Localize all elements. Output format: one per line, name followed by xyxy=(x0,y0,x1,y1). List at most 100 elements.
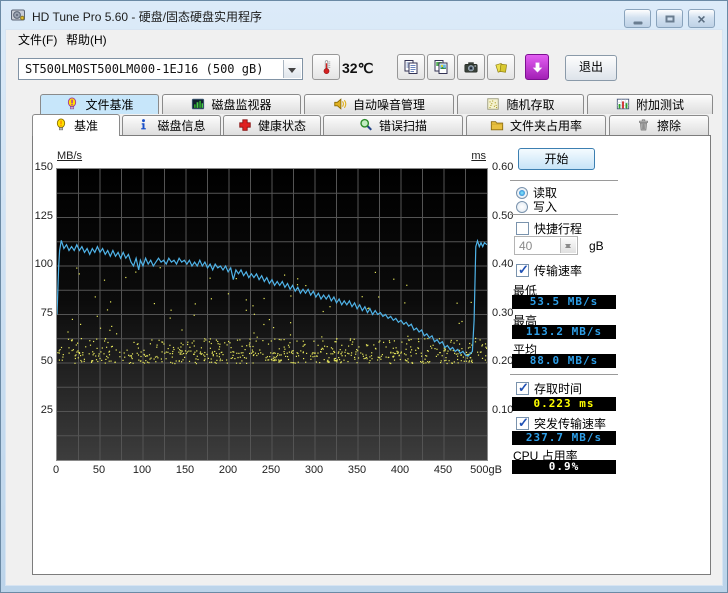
info-icon xyxy=(137,118,152,133)
x-axis-tick: 450 xyxy=(434,464,452,476)
title-bar: HD Tune Pro 5.60 - 硬盘/固态硬盘实用程序 × xyxy=(1,1,727,29)
tab-label: 磁盘信息 xyxy=(157,117,205,134)
x-axis-tick: 400 xyxy=(391,464,409,476)
access-time-label: 存取时间 xyxy=(534,380,582,397)
checkbox-checked-icon xyxy=(516,264,529,277)
speaker-icon xyxy=(333,97,348,112)
tab-label: 错误扫描 xyxy=(379,117,427,134)
x-axis-tick: 50 xyxy=(93,464,105,476)
max-value: 113.2 MB/s xyxy=(512,325,616,339)
tab-folder-usage[interactable]: 文件夹占用率 xyxy=(466,115,606,135)
short-stroke-unit: gB xyxy=(589,239,604,253)
y-left-tick: 50 xyxy=(27,355,53,367)
transfer-rate-checkbox[interactable]: 传输速率 xyxy=(516,262,582,279)
monitor-icon xyxy=(191,97,206,112)
camera-icon xyxy=(463,60,479,75)
x-axis-tick: 300 xyxy=(305,464,323,476)
menu-bar: 文件(F) 帮助(H) xyxy=(6,30,722,50)
close-icon: × xyxy=(697,12,705,26)
benchmark-panel: MB/s ms 1501251007550250.600.500.400.300… xyxy=(32,135,711,575)
y-left-unit: MB/s xyxy=(57,150,82,162)
trash-icon xyxy=(637,118,652,133)
update-button[interactable] xyxy=(525,54,549,80)
temperature-button[interactable] xyxy=(312,54,340,80)
lamp-icon xyxy=(65,97,80,112)
tab-health[interactable]: 健康状态 xyxy=(223,115,321,135)
down-arrow-icon xyxy=(530,60,545,75)
tab-label: 附加测试 xyxy=(636,96,684,113)
y-right-tick: 0.40 xyxy=(492,258,513,270)
drive-select-dropdown-button[interactable] xyxy=(283,60,301,78)
maximize-icon xyxy=(665,15,674,22)
x-axis-tick: 250 xyxy=(262,464,280,476)
tab-label: 文件夹占用率 xyxy=(510,117,582,134)
write-radio[interactable]: 写入 xyxy=(516,198,557,215)
maximize-button[interactable] xyxy=(656,9,683,28)
drive-select-value: ST500LM0ST500LM000-1EJ16 (500 gB) xyxy=(25,62,263,76)
lamp-icon xyxy=(54,118,69,133)
tab-label: 自动噪音管理 xyxy=(353,96,425,113)
save-results-button[interactable] xyxy=(487,54,515,80)
short-stroke-stepper[interactable]: 40 xyxy=(514,236,578,255)
tab-disk-info[interactable]: 磁盘信息 xyxy=(122,115,221,135)
tab-benchmark[interactable]: 基准 xyxy=(32,114,120,136)
tab-file-benchmark[interactable]: 文件基准 xyxy=(40,94,159,114)
tab-error-scan[interactable]: 错误扫描 xyxy=(323,115,463,135)
copy-image-icon xyxy=(433,59,449,75)
tab-label: 磁盘监视器 xyxy=(211,96,271,113)
short-stroke-value: 40 xyxy=(519,239,532,253)
y-left-tick: 125 xyxy=(27,210,53,222)
copy-text-button[interactable] xyxy=(397,54,425,80)
tab-erase[interactable]: 擦除 xyxy=(609,115,709,135)
avg-value: 88.0 MB/s xyxy=(512,354,616,368)
burst-rate-label: 突发传输速率 xyxy=(534,415,606,432)
chart-icon xyxy=(616,97,631,112)
minimize-icon xyxy=(633,21,642,24)
burst-rate-checkbox[interactable]: 突发传输速率 xyxy=(516,415,606,432)
short-stroke-checkbox[interactable]: 快捷行程 xyxy=(516,220,582,237)
min-value: 53.5 MB/s xyxy=(512,295,616,309)
y-right-tick: 0.20 xyxy=(492,355,513,367)
y-left-tick: 75 xyxy=(27,307,53,319)
checkbox-checked-icon xyxy=(516,382,529,395)
write-label: 写入 xyxy=(533,198,557,215)
tab-aam[interactable]: 自动噪音管理 xyxy=(304,94,454,114)
health-cross-icon xyxy=(238,118,253,133)
exit-button[interactable]: 退出 xyxy=(565,55,617,81)
separator xyxy=(510,214,618,215)
y-right-unit: ms xyxy=(453,150,486,162)
cpu-usage-value: 0.9% xyxy=(512,460,616,474)
tab-label: 文件基准 xyxy=(85,96,133,113)
short-stroke-label: 快捷行程 xyxy=(534,220,582,237)
y-right-tick: 0.30 xyxy=(492,307,513,319)
copy-image-button[interactable] xyxy=(427,54,455,80)
x-axis-tick: 200 xyxy=(219,464,237,476)
stepper-buttons[interactable] xyxy=(560,238,576,253)
tab-label: 擦除 xyxy=(657,117,681,134)
folder-icon xyxy=(490,118,505,133)
y-right-tick: 0.60 xyxy=(492,161,513,173)
start-button[interactable]: 开始 xyxy=(518,148,595,170)
minimize-button[interactable] xyxy=(624,9,651,28)
close-button[interactable]: × xyxy=(688,9,715,28)
access-time-checkbox[interactable]: 存取时间 xyxy=(516,380,582,397)
tab-extra-tests[interactable]: 附加测试 xyxy=(587,94,713,114)
y-right-tick: 0.10 xyxy=(492,404,513,416)
separator xyxy=(510,374,618,375)
drive-select[interactable]: ST500LM0ST500LM000-1EJ16 (500 gB) xyxy=(18,58,303,80)
y-right-tick: 0.50 xyxy=(492,210,513,222)
random-access-icon xyxy=(486,97,501,112)
transfer-rate-label: 传输速率 xyxy=(534,262,582,279)
x-axis-tick: 100 xyxy=(133,464,151,476)
temperature-value: 32℃ xyxy=(342,60,373,77)
client-area: 文件(F) 帮助(H) ST500LM0ST500LM000-1EJ16 (50… xyxy=(5,29,723,586)
burst-rate-value: 237.7 MB/s xyxy=(512,431,616,445)
tab-disk-monitor[interactable]: 磁盘监视器 xyxy=(162,94,301,114)
access-time-value: 0.223 ms xyxy=(512,397,616,411)
tab-random-access[interactable]: 随机存取 xyxy=(457,94,584,114)
screenshot-button[interactable] xyxy=(457,54,485,80)
x-axis-tick: 500gB xyxy=(470,464,502,476)
thermometer-icon xyxy=(319,59,334,75)
menu-help[interactable]: 帮助(H) xyxy=(58,30,115,50)
tab-label: 健康状态 xyxy=(258,117,306,134)
